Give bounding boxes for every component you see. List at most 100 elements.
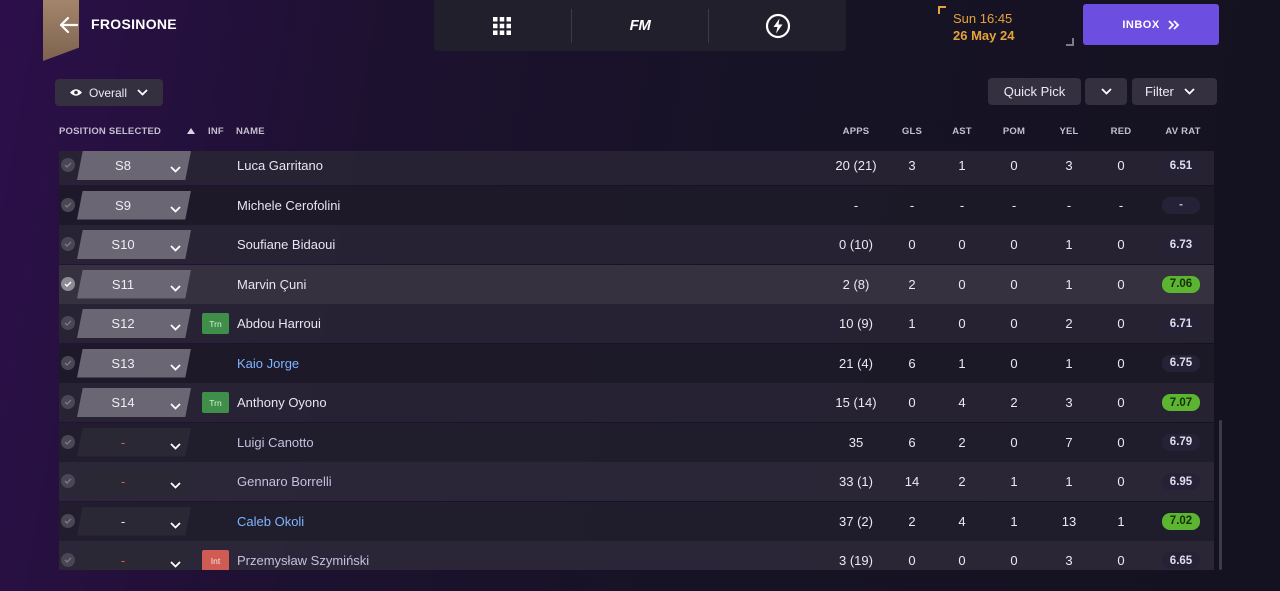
stat-apps: 0 (10): [839, 237, 873, 252]
row-select-checkbox[interactable]: [61, 355, 75, 370]
stat-pom: 0: [1010, 316, 1018, 331]
position-select[interactable]: S13: [77, 348, 191, 378]
player-name[interactable]: Kaio Jorge: [237, 356, 299, 371]
column-header-position[interactable]: POSITION SELECTED: [59, 126, 161, 137]
filter-label: Filter: [1145, 84, 1174, 99]
stat-red: -: [1118, 197, 1124, 213]
stat-ast: 2: [958, 474, 966, 489]
player-name[interactable]: Michele Cerofolini: [237, 198, 340, 213]
chevron-down-icon: [170, 555, 181, 570]
table-row[interactable]: S9 Michele Cerofolini - - - - - - -: [59, 185, 1214, 225]
international-badge[interactable]: Int: [202, 550, 229, 570]
quick-pick-button[interactable]: Quick Pick: [988, 78, 1081, 105]
table-row[interactable]: S13 Kaio Jorge 21 (4) 6 1 0 1 0 6.75: [59, 343, 1214, 383]
position-select[interactable]: -: [77, 506, 191, 536]
table-row[interactable]: - Int Przemysław Szymiński 3 (19) 0 0 0 3 0 6.65: [59, 541, 1214, 570]
row-select-checkbox[interactable]: [61, 237, 75, 251]
row-select-checkbox[interactable]: [61, 316, 75, 330]
sort-ascending-icon[interactable]: [187, 128, 195, 134]
date-time-label: Sun 16:45: [953, 11, 1013, 26]
checkmark-icon: [64, 439, 72, 445]
stat-ast: -: [959, 197, 965, 213]
table-row[interactable]: S12 Trn Abdou Harroui 10 (9) 1 0 0 2 0 6.71: [59, 304, 1214, 343]
stat-ast: 0: [958, 553, 966, 568]
view-select[interactable]: Overall: [55, 79, 163, 106]
position-select-value: S9: [115, 197, 131, 213]
position-select[interactable]: -: [77, 467, 191, 496]
row-select-checkbox[interactable]: [61, 513, 75, 528]
quick-pick-label: Quick Pick: [1003, 84, 1066, 99]
grid-menu-button[interactable]: [434, 0, 571, 51]
column-header-inf[interactable]: INF: [208, 126, 224, 137]
training-badge[interactable]: Trn: [202, 392, 229, 413]
row-select-checkbox[interactable]: [61, 434, 75, 449]
stat-pom: 1: [1010, 474, 1018, 489]
quick-pick-dropdown[interactable]: [1085, 78, 1127, 105]
position-select[interactable]: S11: [77, 269, 191, 299]
column-header-red[interactable]: RED: [1111, 126, 1132, 137]
stat-red: 0: [1117, 474, 1125, 489]
scrollbar[interactable]: [1219, 420, 1222, 570]
row-select-checkbox[interactable]: [61, 197, 75, 212]
stat-yel: 13: [1061, 513, 1077, 529]
back-button[interactable]: [56, 12, 82, 38]
fm-home-button[interactable]: FM: [572, 0, 709, 51]
table-row[interactable]: S10 Soufiane Bidaoui 0 (10) 0 0 0 1 0 6.73: [59, 225, 1214, 264]
player-name[interactable]: Abdou Harroui: [237, 316, 321, 331]
stat-gls: -: [909, 197, 915, 213]
player-name[interactable]: Luigi Canotto: [237, 435, 314, 450]
column-header-gls[interactable]: GLS: [902, 126, 922, 137]
filter-button[interactable]: Filter: [1132, 78, 1217, 105]
table-row[interactable]: S14 Trn Anthony Oyono 15 (14) 0 4 2 3 0 7.07: [59, 383, 1214, 422]
position-select-value: -: [120, 513, 126, 529]
column-header-name[interactable]: NAME: [236, 126, 265, 137]
main-nav: FM: [434, 0, 846, 51]
player-name[interactable]: Przemysław Szymiński: [237, 553, 369, 568]
checkmark-icon: [64, 360, 72, 366]
stat-gls: 2: [908, 276, 916, 292]
inbox-button[interactable]: INBOX: [1083, 4, 1219, 45]
table-row[interactable]: S8 Luca Garritano 20 (21) 3 1 0 3 0 6.51: [59, 151, 1214, 185]
checkmark-icon: [64, 241, 72, 247]
table-row[interactable]: - Gennaro Borrelli 33 (1) 14 2 1 1 0 6.95: [59, 462, 1214, 501]
lightning-icon: [765, 13, 790, 38]
date-corner-decoration: [1066, 38, 1074, 46]
position-select[interactable]: S14: [77, 388, 191, 417]
stat-red: 0: [1117, 276, 1125, 292]
player-name[interactable]: Luca Garritano: [237, 158, 323, 173]
game-date[interactable]: Sun 16:45 26 May 24: [938, 6, 1074, 46]
row-select-checkbox[interactable]: [61, 276, 75, 291]
position-select[interactable]: S12: [77, 309, 191, 338]
table-row[interactable]: - Caleb Okoli 37 (2) 2 4 1 13 1 7.02: [59, 501, 1214, 541]
stat-apps: 33 (1): [839, 474, 873, 489]
position-select[interactable]: S9: [77, 190, 191, 220]
stat-ast: 4: [958, 513, 966, 529]
player-name[interactable]: Gennaro Borrelli: [237, 474, 332, 489]
quick-actions-button[interactable]: [709, 0, 846, 51]
row-select-checkbox[interactable]: [61, 553, 75, 567]
eye-icon: [70, 89, 82, 96]
stat-ast: 0: [958, 237, 966, 252]
player-name[interactable]: Marvin Çuni: [237, 277, 306, 292]
position-select[interactable]: S10: [77, 230, 191, 259]
position-select[interactable]: -: [77, 427, 191, 457]
column-header-av-rat[interactable]: AV RAT: [1165, 126, 1200, 137]
position-select[interactable]: -: [77, 546, 191, 570]
row-select-checkbox[interactable]: [61, 474, 75, 488]
player-name[interactable]: Soufiane Bidaoui: [237, 237, 335, 252]
training-badge[interactable]: Trn: [202, 313, 229, 334]
double-chevron-right-icon: [1168, 19, 1179, 30]
column-header-ast[interactable]: AST: [952, 126, 972, 137]
column-header-apps[interactable]: APPS: [843, 126, 870, 137]
column-header-yel[interactable]: YEL: [1059, 126, 1078, 137]
position-select[interactable]: S8: [77, 151, 191, 180]
row-select-checkbox[interactable]: [61, 158, 75, 172]
player-name[interactable]: Anthony Oyono: [237, 395, 327, 410]
stat-yel: 3: [1065, 553, 1073, 568]
table-row[interactable]: - Luigi Canotto 35 6 2 0 7 0 6.79: [59, 422, 1214, 462]
row-select-checkbox[interactable]: [61, 395, 75, 409]
column-header-pom[interactable]: POM: [1003, 126, 1025, 137]
player-name[interactable]: Caleb Okoli: [237, 514, 304, 529]
table-row[interactable]: S11 Marvin Çuni 2 (8) 2 0 0 1 0 7.06: [59, 264, 1214, 304]
average-rating-badge: 6.79: [1162, 433, 1200, 451]
